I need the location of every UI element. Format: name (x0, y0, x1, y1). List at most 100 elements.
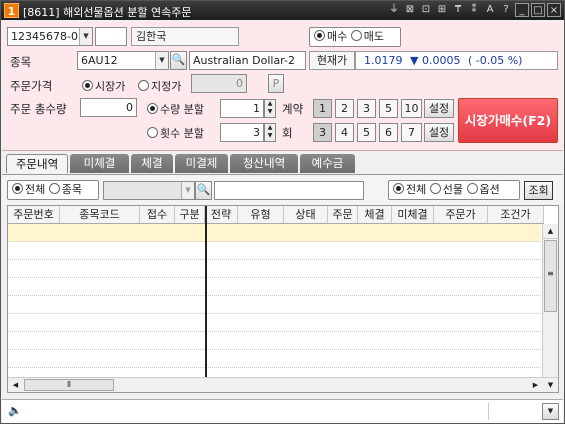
count-preset-4[interactable]: 4 (335, 123, 354, 142)
radio-count-split-label: 횟수 분할 (160, 127, 204, 140)
chevron-down-icon[interactable]: ▼ (542, 403, 559, 420)
tab-order-history[interactable]: 주문내역 (6, 154, 68, 173)
column-header[interactable]: 조건가 (488, 206, 544, 223)
qty-preset-3[interactable]: 3 (357, 99, 376, 118)
pin-icon[interactable]: ⏚ (387, 3, 401, 17)
qty-preset-1[interactable]: 1 (313, 99, 332, 118)
table-row[interactable] (8, 260, 541, 278)
chevron-down-icon[interactable]: ▼ (79, 28, 92, 45)
radio-icon (466, 183, 478, 194)
count-preset-7[interactable]: 7 (401, 123, 422, 142)
column-header[interactable]: 주문가 (434, 206, 488, 223)
symbol-select[interactable]: 6AU12 ▼ (77, 51, 169, 70)
column-header[interactable]: 주문 (328, 206, 358, 223)
scroll-left-icon[interactable]: ◀ (8, 378, 23, 392)
scroll-thumb[interactable]: ≡ (544, 240, 557, 312)
search-icon[interactable]: 🔍 (195, 181, 212, 200)
table-row[interactable] (8, 224, 541, 242)
p-button[interactable]: P (268, 74, 284, 93)
orders-table: 주문번호 종목코드 접수 구분 전략 유형 상태 주문 체결 미체결 주문가 조건가 ▲ ≡ ▼ ◀ … (7, 205, 559, 393)
column-header[interactable]: 상태 (284, 206, 328, 223)
count-spinner[interactable]: ▲ ▼ (264, 123, 276, 142)
current-price: 1.0179 (364, 54, 403, 67)
table-row[interactable] (8, 296, 541, 314)
minimize-icon[interactable]: _ (515, 3, 529, 17)
query-button[interactable]: 조회 (524, 181, 553, 200)
scroll-up-icon[interactable]: ▲ (543, 224, 558, 239)
count-split-field[interactable]: 3 (220, 123, 264, 142)
count-preset-3[interactable]: 3 (313, 123, 332, 142)
qty-preset-2[interactable]: 2 (335, 99, 354, 118)
scroll-right-icon[interactable]: ▶ (528, 378, 543, 392)
radio-all-types[interactable]: 전체 (393, 183, 426, 196)
limit-price-field[interactable]: 0 (191, 74, 247, 93)
hscroll-thumb[interactable]: ⦀ (24, 379, 114, 391)
count-preset-6[interactable]: 6 (379, 123, 398, 142)
chevron-down-icon[interactable]: ▼ (181, 182, 194, 199)
column-header[interactable]: 종목코드 (60, 206, 140, 223)
table-row[interactable] (8, 242, 541, 260)
split-icon[interactable]: ⊞ (435, 3, 449, 17)
settings-button[interactable]: 설정 (424, 99, 454, 118)
column-header[interactable]: 주문번호 (8, 206, 60, 223)
titlebar-icons: ⏚ ⊠ ⊡ ⊞ ₸ ⁑ A? _ □ × (387, 3, 561, 17)
qty-preset-5[interactable]: 5 (379, 99, 398, 118)
radio-qty-split-label: 수량 분할 (160, 103, 204, 116)
tab-filled[interactable]: 체결 (131, 154, 173, 173)
total-qty-field[interactable]: 0 (80, 98, 137, 117)
maximize-icon[interactable]: □ (531, 3, 545, 17)
submit-order-button[interactable]: 시장가매수(F2) (458, 98, 558, 143)
vertical-scrollbar[interactable]: ▲ ≡ ▼ (542, 224, 558, 392)
radio-options[interactable]: 옵션 (466, 183, 500, 196)
column-header[interactable]: 미체결 (392, 206, 434, 223)
close-icon[interactable]: × (547, 3, 561, 17)
column-header[interactable]: 전략 (205, 206, 238, 223)
account-password-field[interactable] (95, 27, 127, 46)
qty-split-field[interactable]: 1 (220, 99, 264, 118)
screenshot-icon[interactable]: ⊠ (403, 3, 417, 17)
column-header[interactable]: 구분 (175, 206, 205, 223)
column-header[interactable]: 체결 (358, 206, 392, 223)
qty-spinner[interactable]: ▲ ▼ (264, 99, 276, 118)
scroll-down-icon[interactable]: ▼ (543, 377, 558, 392)
filter-search-input[interactable] (214, 181, 364, 200)
column-header[interactable]: 접수 (140, 206, 175, 223)
table-row[interactable] (8, 350, 541, 368)
radio-all[interactable]: 전체 (12, 183, 45, 196)
price-change-pct: ( -0.05 %) (467, 54, 523, 67)
speaker-icon[interactable]: 🔈 (8, 404, 22, 417)
help-icon[interactable]: ? (499, 3, 513, 17)
settings-button-2[interactable]: 설정 (424, 123, 454, 142)
tab-liquidation[interactable]: 청산내역 (230, 154, 298, 173)
settings-icon[interactable]: ⁑ (467, 3, 481, 17)
link-icon[interactable]: ₸ (451, 3, 465, 17)
radio-buy[interactable]: 매수 (314, 30, 347, 43)
radio-qty-split[interactable]: 수량 분할 (147, 101, 204, 117)
radio-item[interactable]: 종목 (48, 183, 82, 196)
radio-limit[interactable]: 지정가 (138, 78, 181, 94)
horizontal-scrollbar[interactable]: ◀ ⦀ ▶ (8, 377, 543, 392)
chevron-down-icon[interactable]: ▼ (155, 52, 168, 69)
column-header[interactable]: 유형 (238, 206, 284, 223)
radio-futures[interactable]: 선물 (429, 183, 463, 196)
unit-times-label: 회 (282, 126, 293, 140)
window-icon[interactable]: ⊡ (419, 3, 433, 17)
title-bar[interactable]: 1 [8611] 해외선물옵션 분할 연속주문 ⏚ ⊠ ⊡ ⊞ ₸ ⁑ A? _ □ × (1, 1, 564, 20)
font-icon[interactable]: A (483, 3, 497, 17)
search-icon[interactable]: 🔍 (170, 51, 187, 70)
radio-count-split[interactable]: 횟수 분할 (147, 125, 204, 141)
radio-icon (48, 183, 60, 194)
table-row[interactable] (8, 314, 541, 332)
account-select[interactable]: 12345678-08 ▼ (7, 27, 93, 46)
window-number-badge: 1 (4, 3, 19, 18)
tab-unfilled[interactable]: 미체결 (70, 154, 129, 173)
qty-preset-10[interactable]: 10 (401, 99, 422, 118)
tab-open-positions[interactable]: 미결제 (175, 154, 228, 173)
table-row[interactable] (8, 332, 541, 350)
radio-market[interactable]: 시장가 (82, 78, 125, 94)
filter-symbol-select[interactable]: ▼ (103, 181, 195, 200)
count-preset-5[interactable]: 5 (357, 123, 376, 142)
tab-deposit[interactable]: 예수금 (300, 154, 355, 173)
table-row[interactable] (8, 278, 541, 296)
radio-sell[interactable]: 매도 (350, 30, 384, 43)
